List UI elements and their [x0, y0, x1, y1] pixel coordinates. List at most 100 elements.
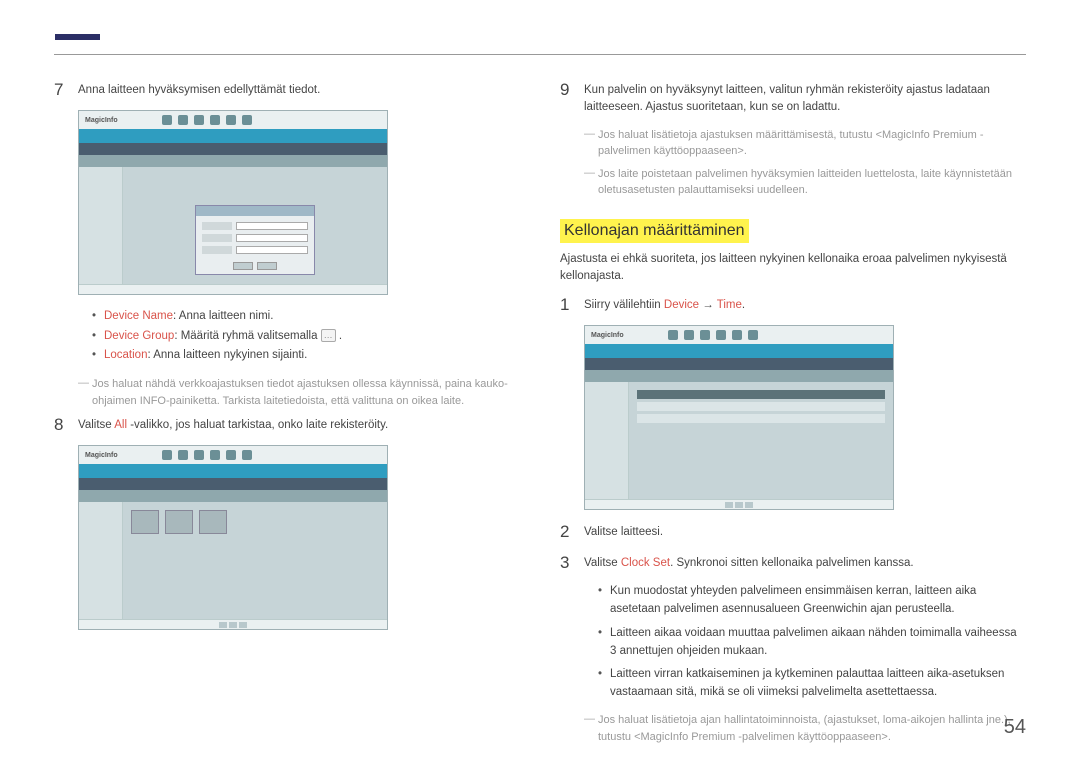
field-bullets: Device Name: Anna laitteen nimi. Device … — [92, 307, 520, 366]
content-columns: 7 Anna laitteen hyväksymisen edellyttämä… — [54, 80, 1026, 751]
step-number: 8 — [54, 415, 78, 435]
step-2: 2 Valitse laitteesi. — [560, 522, 1026, 542]
keyword: Device Name — [104, 310, 173, 322]
screenshot-sidebar — [79, 502, 123, 619]
screenshot-titlebar: MagicInfo — [585, 326, 893, 344]
screenshot-logo: MagicInfo — [85, 117, 118, 124]
screenshot-toolbar — [162, 115, 252, 125]
step-7: 7 Anna laitteen hyväksymisen edellyttämä… — [54, 80, 520, 100]
text: Valitse — [584, 557, 621, 569]
toolbar-icon — [194, 450, 204, 460]
step-text: Valitse Clock Set. Synkronoi sitten kell… — [584, 553, 914, 572]
page-indicator — [55, 34, 100, 40]
screenshot-body — [585, 382, 893, 499]
text: Valitse — [78, 419, 114, 431]
toolbar-icon — [242, 115, 252, 125]
text: . — [742, 299, 745, 311]
device-thumb — [131, 510, 159, 534]
toolbar-icon — [242, 450, 252, 460]
device-thumb — [199, 510, 227, 534]
screenshot-footer — [79, 284, 387, 294]
screenshot-logo: MagicInfo — [85, 452, 118, 459]
toolbar-icon — [716, 330, 726, 340]
time-bullets: Kun muodostat yhteyden palvelimeen ensim… — [598, 583, 1026, 702]
toolbar-icon — [162, 450, 172, 460]
step-number: 3 — [560, 553, 584, 573]
screenshot-subnav2 — [79, 155, 387, 167]
bullet-power-cycle: Laitteen virran katkaiseminen ja kytkemi… — [598, 666, 1026, 702]
section-heading-time: Kellonajan määrittäminen — [560, 219, 749, 243]
approval-dialog — [195, 205, 315, 275]
screenshot-device-approval: MagicInfo — [78, 110, 388, 295]
text: : Anna laitteen nimi. — [173, 310, 273, 322]
section-intro: Ajastusta ei ehkä suoriteta, jos laittee… — [560, 251, 1026, 286]
step-text: Kun palvelin on hyväksynyt laitteen, val… — [584, 80, 1026, 117]
bullet-device-name: Device Name: Anna laitteen nimi. — [92, 307, 520, 327]
text: -valikko, jos haluat tarkistaa, onko lai… — [127, 419, 388, 431]
screenshot-toolbar — [668, 330, 758, 340]
keyword: Location — [104, 349, 147, 361]
toolbar-icon — [210, 115, 220, 125]
keyword: Clock Set — [621, 557, 670, 569]
screenshot-all-devices: MagicInfo — [78, 445, 388, 630]
device-thumbs — [123, 502, 387, 542]
screenshot-logo: MagicInfo — [591, 332, 624, 339]
screenshot-nav — [585, 344, 893, 358]
toolbar-icon — [194, 115, 204, 125]
page-number: 54 — [1004, 716, 1026, 739]
toolbar-icon — [226, 450, 236, 460]
step-number: 2 — [560, 522, 584, 542]
text: . — [336, 330, 342, 342]
toolbar-icon — [226, 115, 236, 125]
right-column: 9 Kun palvelin on hyväksynyt laitteen, v… — [560, 80, 1026, 751]
step-number: 9 — [560, 80, 584, 100]
keyword: Time — [717, 299, 742, 311]
toolbar-icon — [732, 330, 742, 340]
device-thumb — [165, 510, 193, 534]
note-time-management: Jos haluat lisätietoja ajan hallintatoim… — [584, 712, 1026, 745]
text: : Anna laitteen nykyinen sijainti. — [147, 349, 307, 361]
step-1: 1 Siirry välilehtiin Device → Time. — [560, 295, 1026, 315]
screenshot-nav — [79, 464, 387, 478]
screenshot-sidebar — [79, 167, 123, 284]
screenshot-sidebar — [585, 382, 629, 499]
step-number: 7 — [54, 80, 78, 100]
step-3: 3 Valitse Clock Set. Synkronoi sitten ke… — [560, 553, 1026, 573]
step-9: 9 Kun palvelin on hyväksynyt laitteen, v… — [560, 80, 1026, 117]
step-8: 8 Valitse All -valikko, jos haluat tarki… — [54, 415, 520, 435]
screenshot-footer — [79, 619, 387, 629]
text: . Synkronoi sitten kellonaika palvelimen… — [670, 557, 914, 569]
screenshot-subnav2 — [79, 490, 387, 502]
screenshot-nav — [79, 129, 387, 143]
arrow: → — [699, 299, 717, 311]
step-text: Valitse laitteesi. — [584, 522, 663, 541]
screenshot-subnav — [79, 478, 387, 490]
note-schedule-config: Jos haluat lisätietoja ajastuksen määrit… — [584, 127, 1026, 160]
toolbar-icon — [748, 330, 758, 340]
toolbar-icon — [162, 115, 172, 125]
toolbar-icon — [668, 330, 678, 340]
ellipsis-button-icon: … — [321, 329, 336, 342]
keyword: All — [114, 419, 127, 431]
screenshot-toolbar — [162, 450, 252, 460]
toolbar-icon — [210, 450, 220, 460]
step-text: Siirry välilehtiin Device → Time. — [584, 295, 745, 314]
step-text: Anna laitteen hyväksymisen edellyttämät … — [78, 80, 320, 99]
step-text: Valitse All -valikko, jos haluat tarkist… — [78, 415, 388, 434]
step-number: 1 — [560, 295, 584, 315]
bullet-first-connect: Kun muodostat yhteyden palvelimeen ensim… — [598, 583, 1026, 619]
screenshot-main — [629, 382, 893, 499]
top-rule — [54, 54, 1026, 55]
bullet-change-time: Laitteen aikaa voidaan muuttaa palvelime… — [598, 625, 1026, 661]
toolbar-icon — [684, 330, 694, 340]
toolbar-icon — [178, 450, 188, 460]
screenshot-footer — [585, 499, 893, 509]
screenshot-main — [123, 502, 387, 619]
note-info-button: Jos haluat nähdä verkkoajastuksen tiedot… — [78, 376, 520, 409]
dialog-header — [196, 206, 314, 216]
screenshot-body — [79, 502, 387, 619]
text: Siirry välilehtiin — [584, 299, 664, 311]
note-device-removed: Jos laite poistetaan palvelimen hyväksym… — [584, 166, 1026, 199]
screenshot-device-time: MagicInfo — [584, 325, 894, 510]
toolbar-icon — [700, 330, 710, 340]
